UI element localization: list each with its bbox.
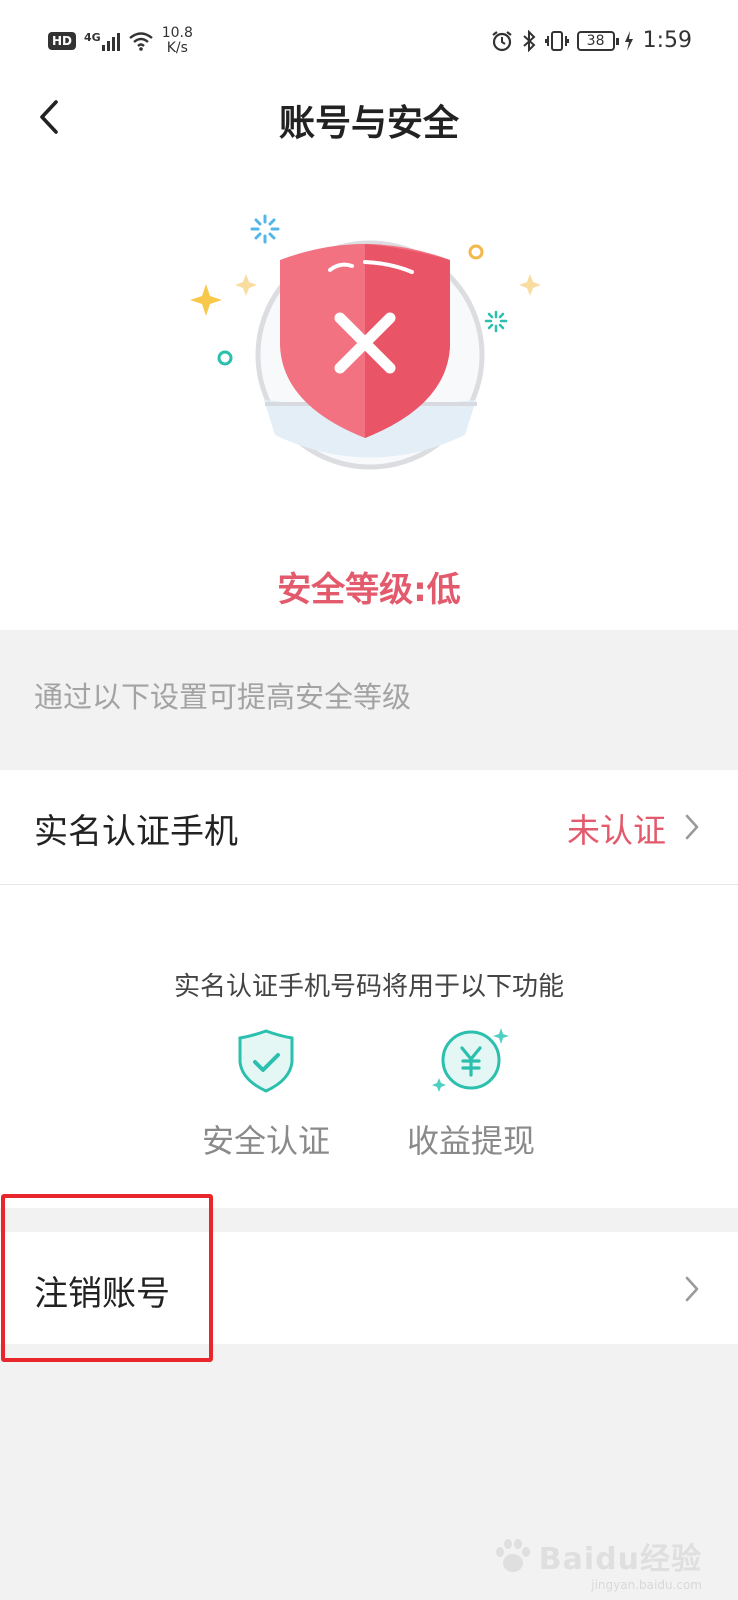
page-title: 账号与安全 <box>278 103 459 144</box>
alarm-icon <box>491 30 512 51</box>
charging-icon <box>624 30 633 51</box>
vibrate-icon <box>544 30 569 51</box>
security-level-text: 安全等级:低 <box>277 570 461 610</box>
status-right: 38 1:59 <box>491 28 692 53</box>
speed-value: 10.8 <box>161 25 193 41</box>
yuan-coin-icon <box>432 1028 509 1092</box>
chevron-right-icon <box>685 1276 699 1302</box>
chevron-right-icon <box>685 814 699 840</box>
phone-verification-label: 实名认证手机 <box>34 812 238 852</box>
network-speed: 10.8 K/s <box>162 26 193 56</box>
security-shield-illustration <box>190 214 541 470</box>
status-left: HD 4G 10.8 K/s <box>48 26 193 56</box>
watermark: Baidu经验 jingyan.baidu.com <box>493 1534 702 1592</box>
network-type: 4G <box>84 31 101 44</box>
feature-security-auth: 安全认证 <box>186 1028 346 1162</box>
battery-indicator: 38 <box>576 30 619 51</box>
verification-status: 未认证 <box>567 811 666 850</box>
verification-description: 实名认证手机号码将用于以下功能 <box>173 972 564 1002</box>
feature-label: 收益提现 <box>406 1122 535 1160</box>
feature-withdraw: 收益提现 <box>391 1028 551 1162</box>
watermark-text: Baidu经验 <box>538 1542 702 1577</box>
wifi-icon <box>128 32 153 51</box>
watermark-sub: jingyan.baidu.com <box>591 1578 702 1592</box>
security-hint-text: 通过以下设置可提高安全等级 <box>34 680 412 714</box>
phone-verification-section: 实名认证手机 未认证 实名认证手机号码将用于以下功能 安全认证 收益提现 <box>0 770 738 1208</box>
clock: 1:59 <box>642 28 692 53</box>
signal-icon <box>101 31 120 51</box>
hd-badge: HD <box>48 32 77 50</box>
feature-label: 安全认证 <box>201 1122 330 1160</box>
status-bar: HD 4G 10.8 K/s 38 1:59 <box>0 0 738 84</box>
paw-icon <box>495 1539 530 1572</box>
network-indicator: 4G <box>84 31 120 51</box>
phone-verification-row[interactable]: 实名认证手机 未认证 <box>0 770 738 885</box>
header: 账号与安全 <box>0 84 738 150</box>
highlight-box <box>1 1194 213 1362</box>
speed-unit: K/s <box>166 40 188 56</box>
bluetooth-icon <box>522 29 536 52</box>
shield-check-icon <box>238 1029 294 1093</box>
